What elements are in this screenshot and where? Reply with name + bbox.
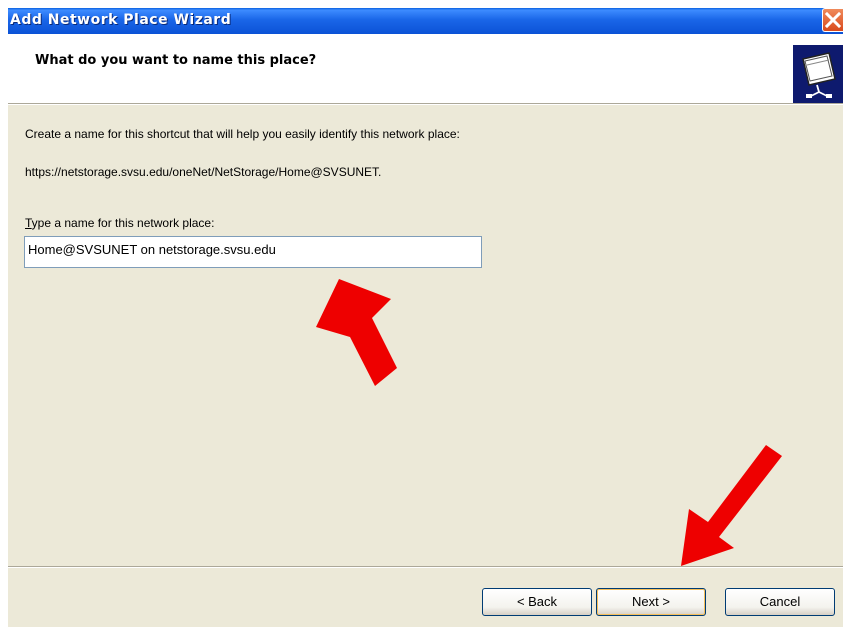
header-divider-highlight	[8, 104, 843, 105]
next-button[interactable]: Next >	[596, 588, 706, 616]
name-input[interactable]	[24, 236, 482, 268]
close-icon	[825, 12, 841, 28]
name-field-accesskey: T	[25, 216, 32, 230]
close-button[interactable]	[822, 8, 843, 32]
title-bar[interactable]: Add Network Place Wizard	[8, 8, 843, 34]
footer-divider-highlight	[8, 567, 843, 568]
wizard-header: What do you want to name this place?	[8, 34, 843, 103]
wizard-window: Add Network Place Wizard What do you wan…	[8, 8, 843, 627]
name-field-label-text: ype a name for this network place:	[31, 216, 215, 230]
network-url-text: https://netstorage.svsu.edu/oneNet/NetSt…	[25, 165, 382, 179]
network-place-icon	[793, 45, 843, 103]
back-button[interactable]: < Back	[482, 588, 592, 616]
header-title: What do you want to name this place?	[35, 53, 317, 68]
cancel-button[interactable]: Cancel	[725, 588, 835, 616]
name-field-label: Type a name for this network place:	[25, 216, 214, 230]
window-title: Add Network Place Wizard	[10, 12, 232, 28]
description-text: Create a name for this shortcut that wil…	[25, 127, 460, 141]
